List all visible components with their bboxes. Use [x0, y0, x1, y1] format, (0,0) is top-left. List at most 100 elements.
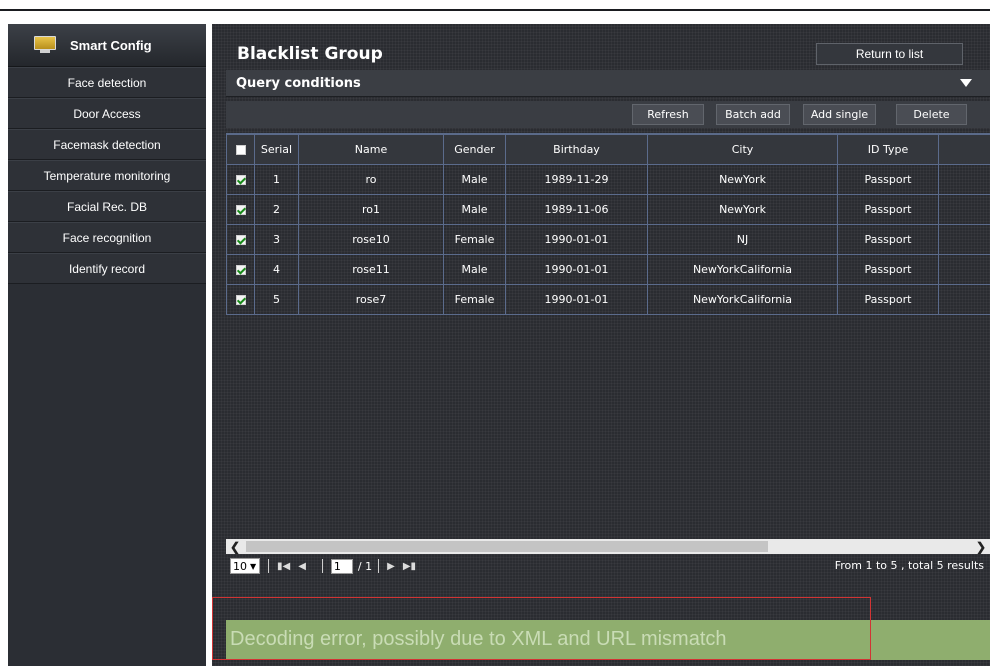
cell-id-type: Passport — [837, 284, 939, 315]
return-to-list-button[interactable]: Return to list — [816, 43, 963, 65]
row-checkbox-cell[interactable] — [226, 224, 255, 255]
scroll-right-arrow-icon[interactable]: ❯ — [972, 539, 990, 554]
monitor-icon — [34, 36, 56, 54]
cell-birthday: 1990-01-01 — [505, 284, 648, 315]
select-all-checkbox[interactable] — [235, 145, 246, 155]
refresh-button[interactable]: Refresh — [632, 104, 704, 125]
scroll-left-arrow-icon[interactable]: ❮ — [226, 539, 244, 554]
row-checkbox[interactable] — [235, 295, 246, 305]
cell-overflow — [938, 164, 990, 195]
cell-city: NewYork — [647, 194, 838, 225]
table-row[interactable]: 3 rose10 Female 1990-01-01 NJ Passport — [226, 224, 990, 255]
sidebar-item-label: Identify record — [68, 261, 146, 276]
cell-birthday: 1990-01-01 — [505, 224, 648, 255]
cell-name: rose11 — [298, 254, 444, 285]
table-row[interactable]: 2 ro1 Male 1989-11-06 NewYork Passport — [226, 194, 990, 225]
cell-gender: Male — [443, 164, 506, 195]
cell-gender: Male — [443, 254, 506, 285]
cell-serial: 5 — [254, 284, 299, 315]
pagination-bar: 10 ▼ ▮◀ ◀ 1 / 1 ▶ ▶▮ From 1 to 5 , total… — [226, 555, 990, 577]
row-checkbox[interactable] — [235, 235, 246, 245]
row-checkbox[interactable] — [235, 205, 246, 215]
sidebar-title: Smart Config — [70, 37, 152, 53]
cell-name: ro1 — [298, 194, 444, 225]
row-checkbox-cell[interactable] — [226, 164, 255, 195]
sidebar-item-label: Face detection — [67, 75, 147, 90]
sidebar-item-temperature-monitoring[interactable]: Temperature monitoring — [8, 160, 206, 191]
column-header-overflow — [938, 134, 990, 165]
blacklist-table: Serial Name Gender Birthday City ID Type… — [226, 133, 990, 567]
cell-gender: Male — [443, 194, 506, 225]
first-page-icon[interactable]: ▮◀ — [277, 561, 290, 572]
sidebar-item-label: Temperature monitoring — [43, 168, 171, 183]
row-checkbox[interactable] — [235, 265, 246, 275]
sidebar-item-label: Face recognition — [62, 230, 152, 245]
page-size-value: 10 — [233, 559, 247, 573]
last-page-icon[interactable]: ▶▮ — [403, 561, 416, 572]
table-row[interactable]: 1 ro Male 1989-11-29 NewYork Passport — [226, 164, 990, 195]
query-conditions-label: Query conditions — [236, 75, 361, 91]
sidebar-item-face-recognition[interactable]: Face recognition — [8, 222, 206, 253]
sidebar-item-facemask-detection[interactable]: Facemask detection — [8, 129, 206, 160]
cell-city: NewYorkCalifornia — [647, 284, 838, 315]
top-border-line — [0, 9, 990, 11]
cell-overflow — [938, 224, 990, 255]
main-panel: Blacklist Group Return to list Query con… — [212, 24, 990, 666]
column-header-id-type: ID Type — [837, 134, 939, 165]
cell-id-type: Passport — [837, 164, 939, 195]
delete-button[interactable]: Delete — [896, 104, 967, 125]
row-checkbox-cell[interactable] — [226, 194, 255, 225]
sidebar-item-facial-rec-db[interactable]: Facial Rec. DB — [8, 191, 206, 222]
cell-gender: Female — [443, 224, 506, 255]
table-row[interactable]: 4 rose11 Male 1990-01-01 NewYorkCaliforn… — [226, 254, 990, 285]
sidebar-item-face-detection[interactable]: Face detection — [8, 67, 206, 98]
cell-serial: 2 — [254, 194, 299, 225]
select-all-cell[interactable] — [226, 134, 255, 165]
cell-overflow — [938, 194, 990, 225]
cell-overflow — [938, 284, 990, 315]
cell-name: rose10 — [298, 224, 444, 255]
pager-separator — [321, 559, 323, 573]
sidebar-item-identify-record[interactable]: Identify record — [8, 253, 206, 284]
page-size-select[interactable]: 10 ▼ — [230, 558, 260, 574]
column-header-city: City — [647, 134, 838, 165]
page-title: Blacklist Group — [237, 44, 383, 64]
cell-serial: 4 — [254, 254, 299, 285]
table-header-row: Serial Name Gender Birthday City ID Type — [226, 134, 990, 165]
cell-city: NewYorkCalifornia — [647, 254, 838, 285]
query-conditions-bar[interactable]: Query conditions — [226, 70, 990, 97]
cell-city: NJ — [647, 224, 838, 255]
total-pages-label: / 1 — [357, 559, 373, 573]
pager-separator — [378, 559, 380, 573]
sidebar: Smart Config Face detection Door Access … — [8, 24, 206, 666]
next-page-icon[interactable]: ▶ — [387, 561, 395, 572]
chevron-down-icon: ▼ — [250, 561, 257, 571]
cell-serial: 1 — [254, 164, 299, 195]
batch-add-button[interactable]: Batch add — [716, 104, 790, 125]
prev-page-icon[interactable]: ◀ — [298, 561, 306, 572]
scrollbar-thumb[interactable] — [246, 541, 768, 552]
sidebar-item-label: Door Access — [73, 106, 141, 121]
row-checkbox-cell[interactable] — [226, 254, 255, 285]
pager-separator — [268, 559, 269, 573]
add-single-button[interactable]: Add single — [803, 104, 876, 125]
cell-id-type: Passport — [837, 254, 939, 285]
cell-serial: 3 — [254, 224, 299, 255]
toolbar: Refresh Batch add Add single Delete — [226, 101, 990, 128]
sidebar-item-label: Facial Rec. DB — [66, 199, 148, 214]
sidebar-item-door-access[interactable]: Door Access — [8, 98, 206, 129]
decoding-error-message: Decoding error, possibly due to XML and … — [230, 628, 727, 650]
horizontal-scrollbar[interactable]: ❮ ❯ — [226, 539, 990, 554]
cell-name: rose7 — [298, 284, 444, 315]
expand-triangle-icon[interactable] — [960, 79, 972, 87]
cell-birthday: 1990-01-01 — [505, 254, 648, 285]
column-header-birthday: Birthday — [505, 134, 648, 165]
row-checkbox-cell[interactable] — [226, 284, 255, 315]
table-row[interactable]: 5 rose7 Female 1990-01-01 NewYorkCalifor… — [226, 284, 990, 315]
current-page-input[interactable]: 1 — [330, 558, 353, 574]
cell-birthday: 1989-11-06 — [505, 194, 648, 225]
cell-city: NewYork — [647, 164, 838, 195]
cell-name: ro — [298, 164, 444, 195]
row-checkbox[interactable] — [235, 175, 246, 185]
cell-id-type: Passport — [837, 224, 939, 255]
